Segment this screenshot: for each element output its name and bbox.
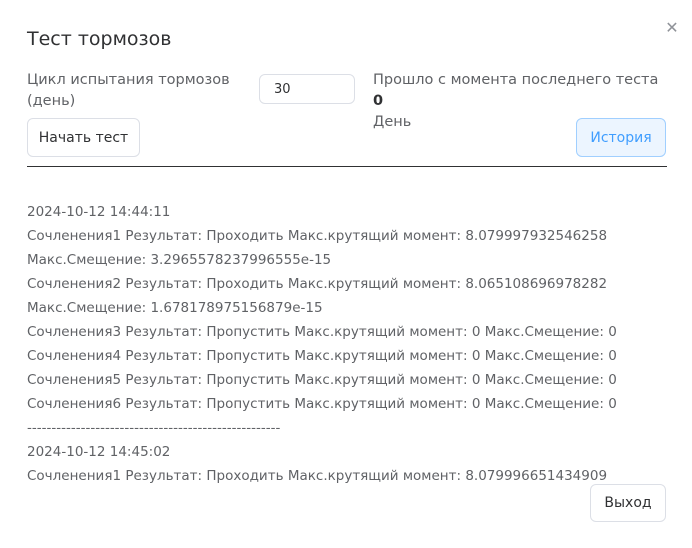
cycle-label: Цикл испытания тормозов (день): [27, 72, 230, 109]
brake-test-dialog: Тест тормозов ✕ Цикл испытания тормозов …: [0, 0, 692, 548]
cycle-input-wrapper[interactable]: [259, 74, 355, 104]
divider: [27, 166, 667, 167]
log-line: 2024-10-12 14:45:02: [27, 444, 171, 460]
log-line: Сочленения1 Результат: Проходить Макс.кр…: [27, 228, 608, 244]
log-line: Сочленения5 Результат: Пропустить Макс.к…: [27, 372, 617, 388]
log-line: Сочленения2 Результат: Проходить Макс.кр…: [27, 276, 608, 292]
test-log: 2024-10-12 14:44:11 Сочленения1 Результа…: [27, 200, 667, 488]
close-icon[interactable]: ✕: [664, 20, 680, 36]
history-button[interactable]: История: [576, 118, 666, 157]
exit-button[interactable]: Выход: [590, 484, 666, 522]
log-line: Сочленения6 Результат: Пропустить Макс.к…: [27, 396, 617, 412]
log-line: 2024-10-12 14:44:11: [27, 204, 171, 220]
dialog-title: Тест тормозов: [27, 28, 172, 50]
log-separator: ----------------------------------------…: [27, 420, 281, 436]
log-line: Сочленения4 Результат: Пропустить Макс.к…: [27, 348, 617, 364]
since-unit: День: [373, 114, 412, 130]
log-line: Сочленения1 Результат: Проходить Макс.кр…: [27, 468, 608, 484]
since-value: 0: [373, 93, 384, 109]
start-test-button[interactable]: Начать тест: [27, 118, 140, 157]
log-line: Макс.Смещение: 3.2965578237996555e-15: [27, 252, 332, 268]
log-line: Макс.Смещение: 1.678178975156879e-15: [27, 300, 323, 316]
since-label: Прошло с момента последнего теста: [373, 72, 659, 88]
log-line: Сочленения3 Результат: Пропустить Макс.к…: [27, 324, 617, 340]
cycle-input[interactable]: [274, 75, 354, 103]
